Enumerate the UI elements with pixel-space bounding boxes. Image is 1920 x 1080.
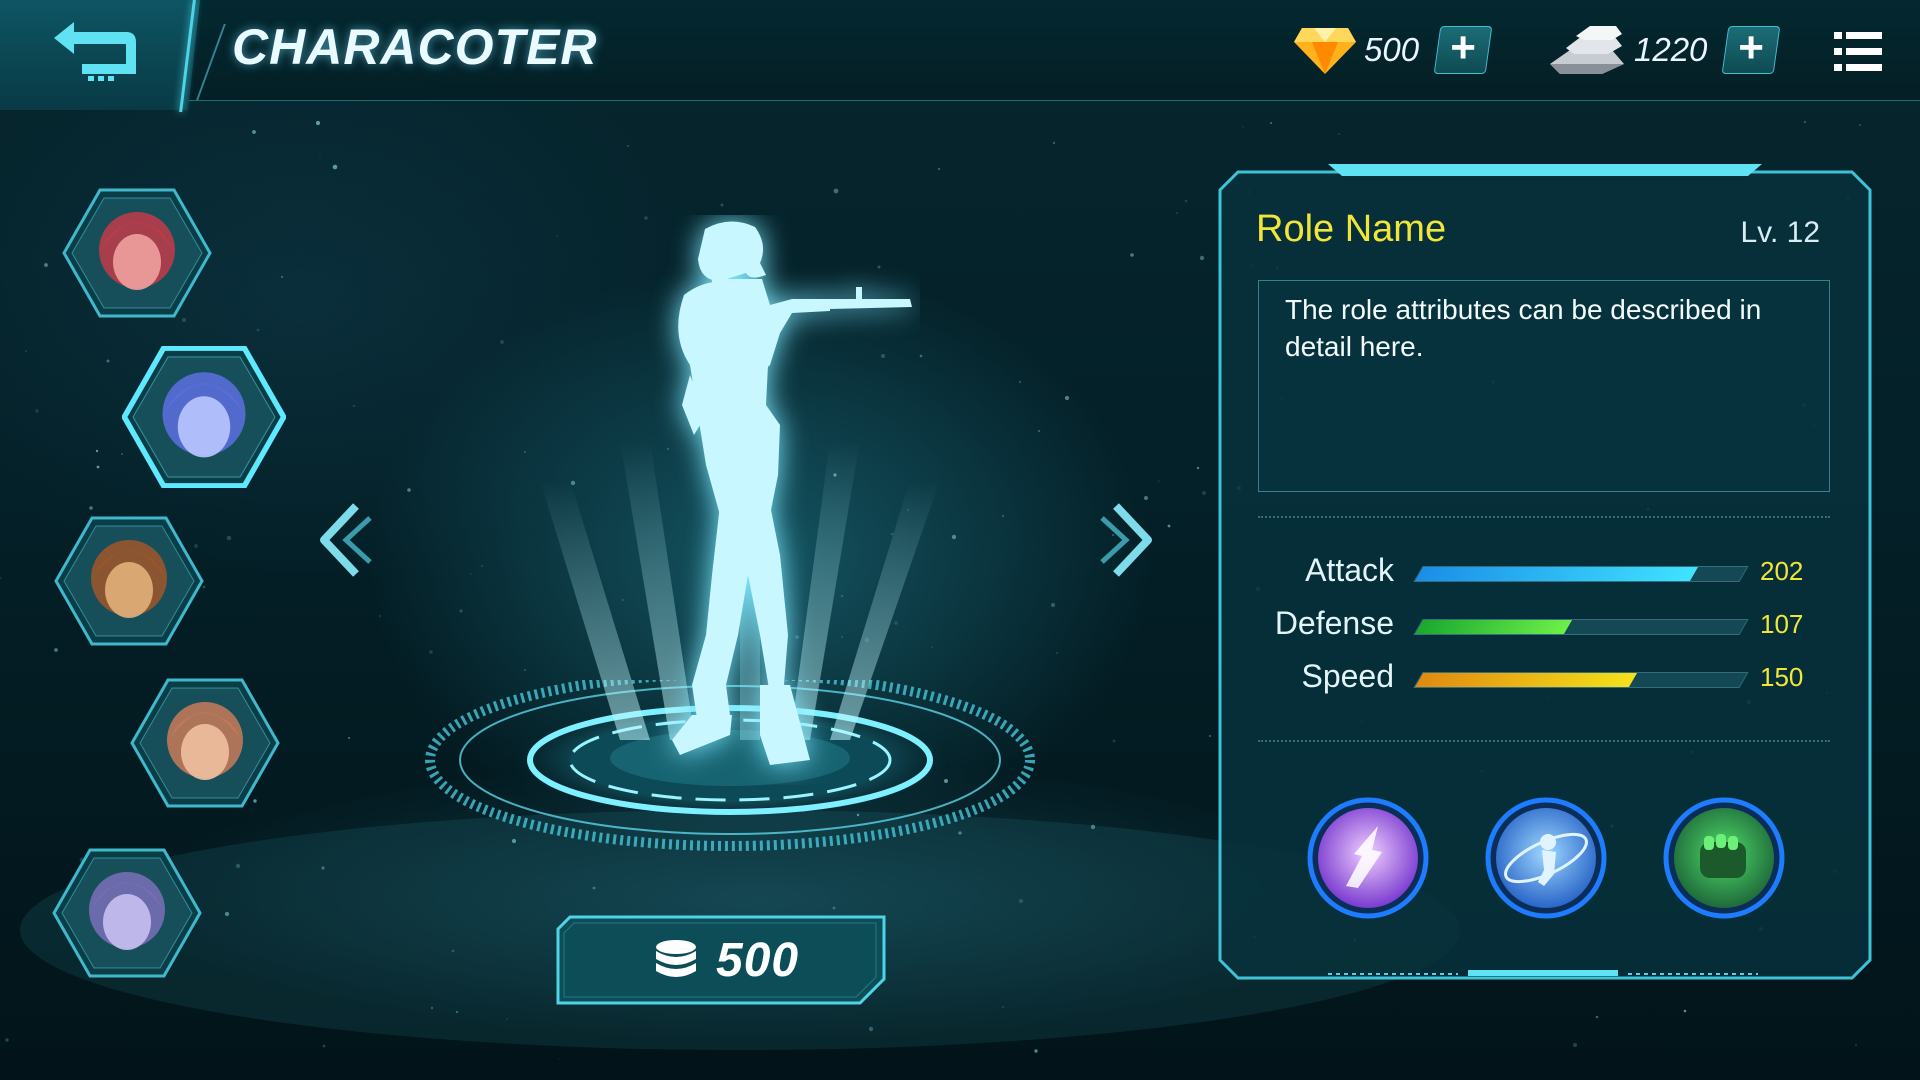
stat-row-speed: Speed 150 — [1218, 658, 1872, 702]
stat-row-attack: Attack 202 — [1218, 552, 1872, 596]
gem-count: 500 — [1364, 31, 1420, 68]
purchase-button[interactable]: 500 — [556, 915, 886, 1005]
divider — [1258, 516, 1830, 518]
role-description: The role attributes can be described in … — [1258, 280, 1830, 492]
skill-button[interactable] — [1306, 796, 1430, 920]
back-arrow-icon — [54, 22, 136, 81]
lightning-strike-skill-icon — [1307, 797, 1429, 919]
role-name: Role Name — [1256, 208, 1447, 250]
character-portrait-button[interactable] — [52, 848, 202, 983]
soldier-silhouette-icon — [672, 221, 912, 765]
add-silver-button[interactable]: + — [1722, 23, 1781, 74]
chevron-right-icon — [1100, 503, 1152, 577]
skill-button[interactable] — [1484, 796, 1608, 920]
purchase-price: 500 — [716, 934, 800, 987]
back-button[interactable] — [48, 18, 144, 84]
character-portrait-button[interactable] — [121, 345, 287, 493]
stat-bar — [1413, 619, 1749, 635]
stat-value: 202 — [1760, 556, 1804, 586]
page-title: CHARACOTER — [232, 19, 598, 75]
character-portrait-blue-hair — [121, 345, 287, 489]
stat-row-defense: Defense 107 — [1218, 605, 1872, 649]
character-portrait-purple-hair — [52, 848, 202, 978]
silver-bar-icon — [1550, 26, 1624, 74]
stat-label: Defense — [1274, 605, 1394, 641]
add-silver-label: + — [1738, 23, 1765, 72]
gem-currency: 500 + — [1292, 23, 1493, 76]
chevron-left-icon — [320, 503, 372, 577]
role-level: Lv. 12 — [1740, 216, 1821, 249]
stat-bar-fill — [1414, 673, 1637, 687]
stat-value: 107 — [1760, 609, 1804, 639]
fist-skill-icon — [1663, 797, 1785, 919]
stat-bar-fill — [1414, 567, 1699, 581]
previous-character-button[interactable] — [316, 500, 372, 580]
next-character-button[interactable] — [1100, 500, 1156, 580]
coin-stack-icon — [656, 940, 696, 977]
stat-value: 150 — [1760, 662, 1804, 692]
character-portrait-button[interactable] — [130, 678, 280, 813]
role-info-panel: Role Name Lv. 12 The role attributes can… — [1218, 160, 1872, 982]
silver-currency: 1220 + — [1546, 23, 1781, 76]
add-gems-button[interactable]: + — [1433, 23, 1493, 74]
character-portrait-button[interactable] — [62, 188, 212, 323]
menu-button[interactable] — [1834, 32, 1882, 72]
character-portrait-red-hair — [62, 188, 212, 318]
stat-bar — [1413, 566, 1749, 582]
character-portrait-spiky-hair — [130, 678, 280, 808]
orbit-runner-skill-icon — [1485, 797, 1607, 919]
divider — [1258, 740, 1830, 742]
stat-bar-fill — [1414, 620, 1573, 634]
character-portrait-monkey-king — [54, 516, 204, 646]
add-gems-label: + — [1450, 23, 1477, 72]
diamond-icon — [1294, 28, 1356, 74]
skill-button[interactable] — [1662, 796, 1786, 920]
stat-label: Speed — [1301, 658, 1394, 694]
character-portrait-button[interactable] — [54, 516, 204, 651]
stat-label: Attack — [1305, 552, 1394, 588]
silver-count: 1220 — [1634, 31, 1708, 68]
stat-bar — [1413, 672, 1749, 688]
